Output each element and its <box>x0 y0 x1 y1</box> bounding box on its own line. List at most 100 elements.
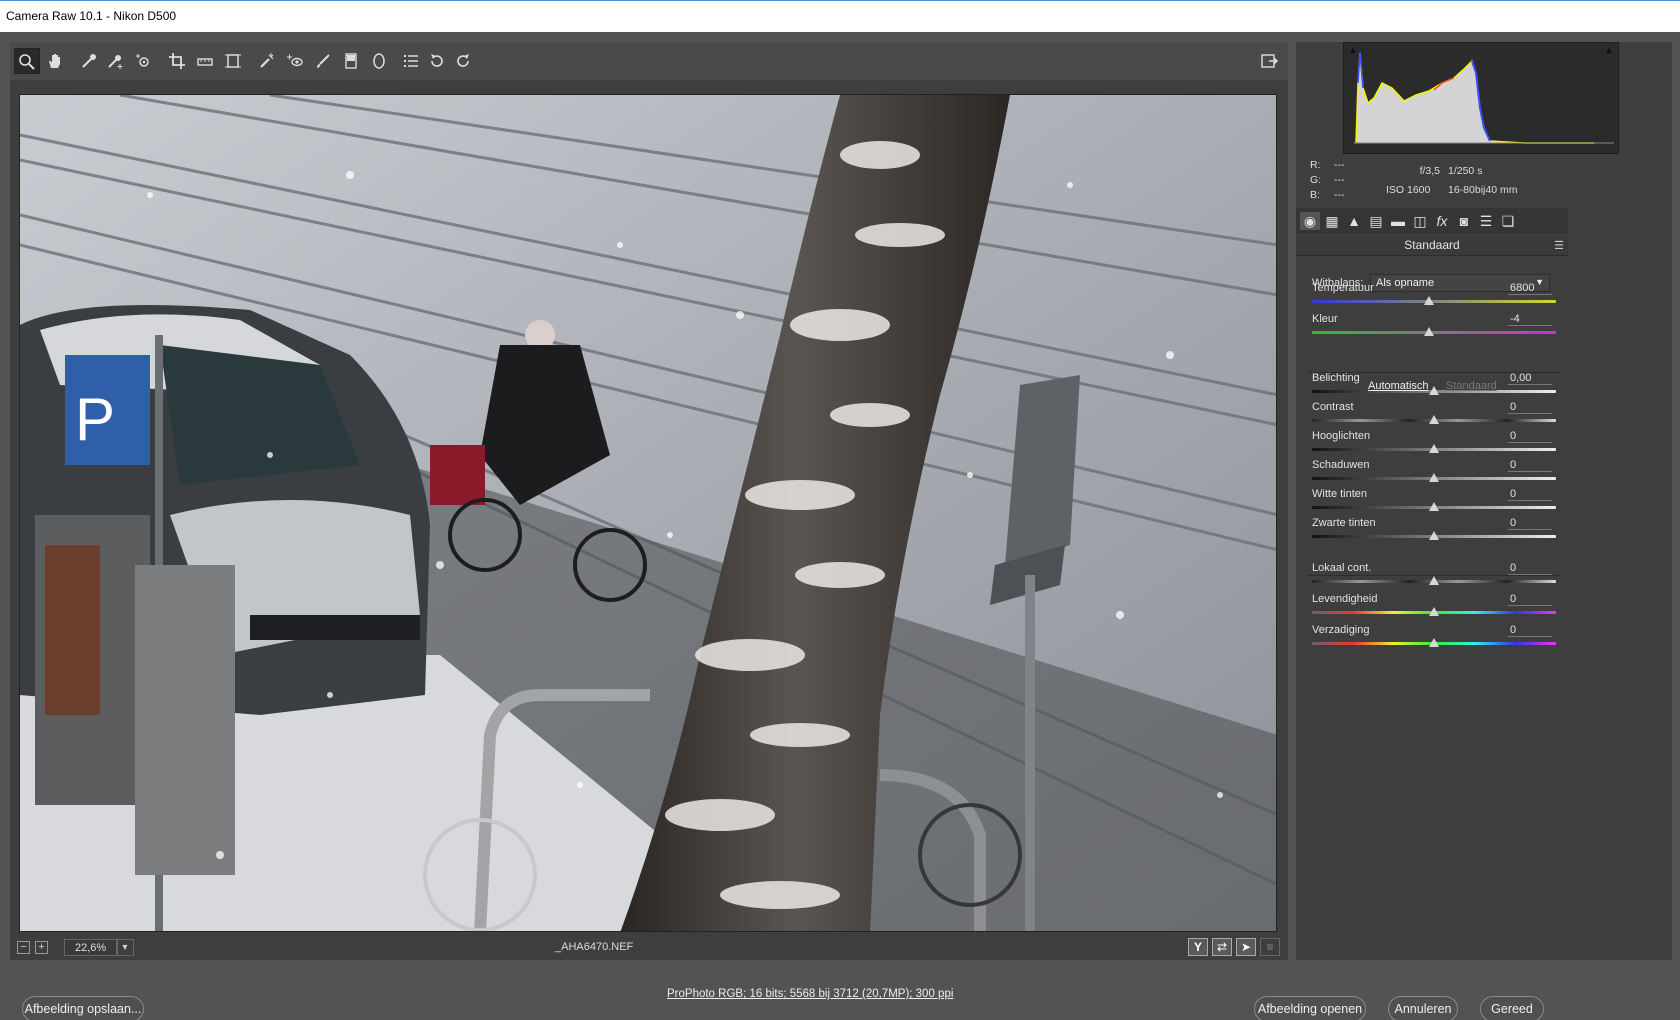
color-sampler-tool-icon[interactable] <box>102 48 128 74</box>
slider-thumb[interactable] <box>1429 444 1439 453</box>
slider-value-field[interactable]: 0 <box>1508 562 1552 575</box>
radial-filter-icon[interactable] <box>366 48 392 74</box>
crop-tool-icon[interactable] <box>164 48 190 74</box>
rotate-ccw-icon[interactable] <box>424 48 450 74</box>
slider-thumb[interactable] <box>1429 638 1439 647</box>
white-balance-tool-icon[interactable] <box>76 48 102 74</box>
copy-settings-icon[interactable]: ➤ <box>1236 938 1256 956</box>
r-value: --- <box>1334 159 1345 171</box>
panel-menu-icon[interactable]: ☰ <box>1554 239 1564 252</box>
slider-thumb[interactable] <box>1429 607 1439 616</box>
slider-thumb[interactable] <box>1429 415 1439 424</box>
panel-title: Standaard <box>1404 238 1460 252</box>
tone-curve-icon[interactable]: ▦ <box>1322 212 1342 230</box>
tool-bar <box>10 42 1288 80</box>
slider-hooglichten[interactable]: Hooglichten 0 <box>1312 430 1558 458</box>
aperture: f/3,5 <box>1419 165 1440 177</box>
save-image-button[interactable]: Afbeelding opslaan... <box>22 996 144 1020</box>
slider-verzadiging[interactable]: Verzadiging 0 <box>1312 624 1558 652</box>
hand-tool-icon[interactable] <box>42 48 68 74</box>
slider-value-field[interactable]: 0 <box>1508 517 1552 530</box>
exif-info: f/3,5 1/250 s ISO 1600 16-80bij40 mm <box>1386 162 1517 200</box>
slider-value-field[interactable]: 6800 <box>1508 282 1552 295</box>
zoom-in-button[interactable]: + <box>35 941 48 954</box>
auto-link[interactable]: Automatisch <box>1368 380 1429 392</box>
auto-default-row: Automatisch Standaard <box>1296 380 1568 396</box>
toggle-settings-icon[interactable]: ≡ <box>1260 938 1280 956</box>
slider-levendigheid[interactable]: Levendigheid 0 <box>1312 593 1558 621</box>
done-button[interactable]: Gereed <box>1480 996 1544 1020</box>
swap-before-after-icon[interactable]: ⇄ <box>1212 938 1232 956</box>
slider-zwarte-tinten[interactable]: Zwarte tinten 0 <box>1312 517 1558 545</box>
spot-removal-tool-icon[interactable] <box>254 48 280 74</box>
zoom-level-field[interactable]: 22,6% <box>64 939 118 956</box>
divider <box>1308 575 1560 576</box>
slider-thumb[interactable] <box>1424 327 1435 336</box>
graduated-filter-icon[interactable] <box>338 48 364 74</box>
preferences-icon[interactable] <box>398 48 424 74</box>
slider-value-field[interactable]: 0 <box>1508 624 1552 637</box>
lens: 16-80bij40 mm <box>1448 184 1518 196</box>
slider-value-field[interactable]: -4 <box>1508 313 1552 326</box>
slider-schaduwen[interactable]: Schaduwen 0 <box>1312 459 1558 487</box>
workflow-options-link[interactable]: ProPhoto RGB; 16 bits; 5568 bij 3712 (20… <box>667 988 953 1000</box>
effects-icon[interactable]: fx <box>1432 212 1452 230</box>
slider-kleur[interactable]: Kleur -4 <box>1312 313 1558 341</box>
targeted-adjustment-tool-icon[interactable] <box>130 48 156 74</box>
straighten-tool-icon[interactable] <box>192 48 218 74</box>
slider-value-field[interactable]: 0 <box>1508 459 1552 472</box>
slider-label: Zwarte tinten <box>1312 517 1376 529</box>
red-eye-tool-icon[interactable] <box>282 48 308 74</box>
highlight-clipping-icon[interactable]: ▲ <box>1604 45 1618 57</box>
zoom-tool-icon[interactable] <box>14 48 40 74</box>
slider-lokaal-cont[interactable]: Lokaal cont. 0 <box>1312 562 1558 590</box>
slider-label: Levendigheid <box>1312 593 1378 605</box>
panel-header: Standaard ☰ <box>1296 236 1568 256</box>
preview-pane: P − + 22,6% ▼ _AHA6470.NEF Y ⇄ ➤ ≡ <box>10 42 1288 960</box>
lens-corrections-icon[interactable]: ◫ <box>1410 212 1430 230</box>
cancel-button[interactable]: Annuleren <box>1388 996 1458 1020</box>
presets-icon[interactable]: ☰ <box>1476 212 1496 230</box>
preview-status-bar: − + 22,6% ▼ _AHA6470.NEF Y ⇄ ➤ ≡ <box>10 932 1288 960</box>
slider-label: Verzadiging <box>1312 624 1370 636</box>
slider-label: Contrast <box>1312 401 1354 413</box>
slider-thumb[interactable] <box>1429 502 1439 511</box>
rgb-readout: R: --- G: --- B: --- <box>1310 158 1345 203</box>
slider-thumb[interactable] <box>1424 296 1435 305</box>
slider-thumb[interactable] <box>1429 473 1439 482</box>
slider-thumb[interactable] <box>1429 531 1439 540</box>
basic-icon[interactable]: ◉ <box>1300 212 1320 230</box>
zoom-out-button[interactable]: − <box>17 941 30 954</box>
image-preview[interactable]: P <box>19 94 1277 932</box>
b-label: B: <box>1310 189 1320 201</box>
shadow-clipping-icon[interactable]: ▲ <box>1348 45 1362 57</box>
transform-tool-icon[interactable] <box>220 48 246 74</box>
slider-contrast[interactable]: Contrast 0 <box>1312 401 1558 429</box>
window-title-bar: Camera Raw 10.1 - Nikon D500 <box>0 0 1680 32</box>
default-link[interactable]: Standaard <box>1446 380 1497 392</box>
snapshots-icon[interactable]: ❏ <box>1498 212 1518 230</box>
slider-label: Lokaal cont. <box>1312 562 1372 574</box>
b-value: --- <box>1334 189 1345 201</box>
rotate-cw-icon[interactable] <box>450 48 476 74</box>
slider-value-field[interactable]: 0 <box>1508 401 1552 414</box>
adjustment-brush-icon[interactable] <box>310 48 336 74</box>
slider-thumb[interactable] <box>1429 576 1439 585</box>
slider-value-field[interactable]: 0 <box>1508 593 1552 606</box>
slider-value-field[interactable]: 0 <box>1508 430 1552 443</box>
zoom-dropdown-icon[interactable]: ▼ <box>116 939 134 956</box>
divider <box>1308 372 1560 373</box>
detail-icon[interactable]: ▲ <box>1344 212 1364 230</box>
split-toning-icon[interactable]: ▬ <box>1388 212 1408 230</box>
slider-temperatuur[interactable]: Temperatuur 6800 <box>1312 282 1558 310</box>
slider-witte-tinten[interactable]: Witte tinten 0 <box>1312 488 1558 516</box>
slider-label: Witte tinten <box>1312 488 1368 500</box>
slider-label: Temperatuur <box>1312 282 1374 294</box>
slider-value-field[interactable]: 0 <box>1508 488 1552 501</box>
camera-calibration-icon[interactable]: ◙ <box>1454 212 1474 230</box>
hsl-icon[interactable]: ▤ <box>1366 212 1386 230</box>
open-image-button[interactable]: Afbeelding openen <box>1254 996 1366 1020</box>
toggle-fullscreen-icon[interactable] <box>1256 48 1282 74</box>
before-after-view-icon[interactable]: Y <box>1188 938 1208 956</box>
photo-content: P <box>20 95 1276 931</box>
